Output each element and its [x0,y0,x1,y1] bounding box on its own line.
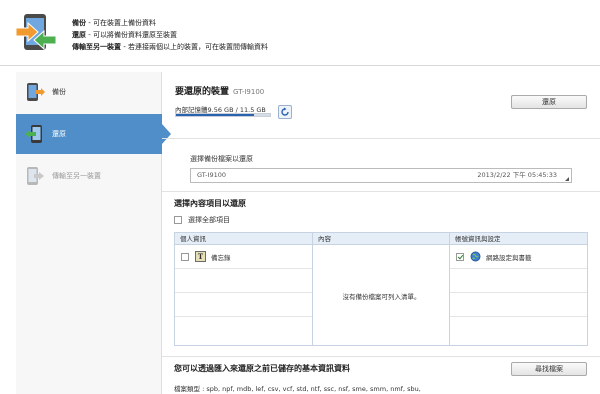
main-panel: 要還原的裝置 GT-I9100 內部記憶體9.56 GB / 11.5 GB 還原… [162,66,600,394]
network-settings-checkbox[interactable] [456,252,464,261]
backup-file-select[interactable]: GT-I9100 2013/2/22 下午 05:45:33 [190,168,572,183]
list-item-label: 網路設定與書籤 [486,253,532,262]
list-item [175,269,312,293]
sidebar-item-label: 備份 [52,88,66,96]
header-line-backup: 備份 - 可在裝置上備份資料 [72,19,156,27]
select-all-row[interactable]: 選擇全部項目 [174,215,230,225]
sidebar-item-restore[interactable]: 還原 [16,114,171,154]
backup-file-name: GT-I9100 [197,171,226,179]
column-header: 個人資訊 [175,233,312,245]
list-item[interactable]: T 備忘錄 [175,245,312,269]
divider [162,138,600,139]
memo-checkbox[interactable] [181,252,189,261]
select-all-label: 選擇全部項目 [188,216,230,224]
sidebar-item-backup[interactable]: 備份 [16,72,162,112]
memory-bar-fill [176,114,255,116]
backup-select-label: 選擇備份檔案以還原 [190,155,253,163]
select-all-checkbox[interactable] [174,216,182,224]
sidebar-item-transfer[interactable]: 傳輸至另一裝置 [16,156,162,196]
empty-content-message: 沒有備份檔案可列入清單。 [342,293,421,301]
memory-bar [175,113,271,117]
header-line-restore: 還原 - 可以將備份資料還原至裝置 [72,31,177,39]
divider [162,356,600,357]
device-model: GT-I9100 [233,88,265,96]
column-header: 帳號資訊與設定 [450,233,587,245]
file-types-text: 檔案類型 : spb, npf, mdb, lef, csv, vcf, std… [174,385,421,393]
import-section-title: 您可以透過匯入來還原之前已儲存的基本資訊資料 [174,364,350,373]
column-header: 內容 [313,233,449,245]
content-column: 內容 沒有備份檔案可列入清單。 [313,233,450,345]
refresh-button[interactable] [278,105,292,119]
account-settings-column: 帳號資訊與設定 網路設定與書籤 [450,233,587,345]
personal-info-column: 個人資訊 T 備忘錄 [175,233,313,345]
divider [162,191,600,192]
list-item[interactable]: 網路設定與書籤 [450,245,587,269]
device-title: 要還原的裝置 GT-I9100 [175,87,265,97]
header-bar: 備份 - 可在裝置上備份資料 還原 - 可以將備份資料還原至裝置 傳輸至另一裝置… [0,0,600,66]
transfer-phones-icon [15,14,57,51]
backup-phone-icon [27,83,45,101]
sidebar-item-label: 還原 [52,130,66,138]
transfer-phone-icon [27,167,44,185]
list-item-label: 備忘錄 [211,253,231,262]
list-item [175,293,312,317]
sidebar-nav: 備份 還原 傳輸至另一裝置 [16,72,171,394]
find-file-button[interactable]: 尋找檔案 [511,362,587,376]
globe-icon [470,251,481,262]
resize-grip-icon [565,177,569,181]
items-section-title: 選擇內容項目以還原 [174,199,246,208]
restore-items-table: 個人資訊 T 備忘錄 內容 沒有備份檔案可列入清單。 帳號資訊與設定 網路設定與… [174,232,588,346]
restore-button[interactable]: 還原 [511,95,587,109]
restore-phone-icon [25,125,42,143]
sidebar-item-label: 傳輸至另一裝置 [52,172,101,180]
header-line-transfer: 傳輸至另一裝置 - 若連接兩個以上的裝置，可在裝置間傳輸資料 [72,43,268,51]
list-item [450,269,587,293]
memo-icon: T [195,251,206,262]
list-item [450,293,587,317]
refresh-icon [281,107,289,116]
backup-file-date: 2013/2/22 下午 05:45:33 [477,171,557,179]
